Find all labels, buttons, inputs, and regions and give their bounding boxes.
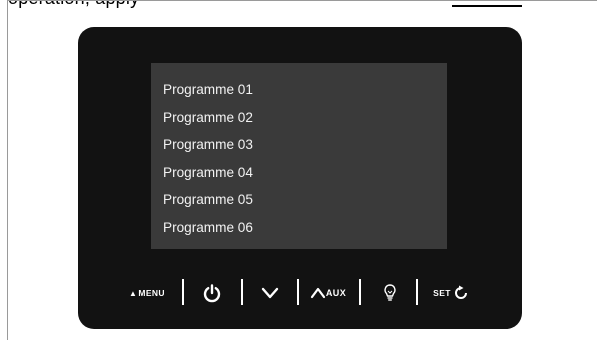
power-icon xyxy=(203,284,221,303)
programme-list: Programme 01 Programme 02 Programme 03 P… xyxy=(163,76,253,242)
light-button[interactable] xyxy=(375,276,405,310)
power-button[interactable] xyxy=(196,276,228,310)
control-panel: Programme 01 Programme 02 Programme 03 P… xyxy=(78,27,522,329)
divider xyxy=(182,279,184,305)
up-aux-button[interactable]: AUX xyxy=(299,276,357,310)
set-button[interactable]: SET xyxy=(420,276,482,310)
programme-item-01[interactable]: Programme 01 xyxy=(163,76,253,104)
aux-label: AUX xyxy=(325,288,347,298)
programme-item-02[interactable]: Programme 02 xyxy=(163,104,253,132)
divider xyxy=(416,279,418,305)
programme-item-04[interactable]: Programme 04 xyxy=(163,159,253,187)
control-buttons: ▲ MENU AUX SET xyxy=(78,276,522,310)
menu-button[interactable]: ▲ MENU xyxy=(116,276,178,310)
programme-item-05[interactable]: Programme 05 xyxy=(163,186,253,214)
eject-triangle-icon: ▲ xyxy=(129,288,138,298)
lightbulb-icon xyxy=(384,284,396,301)
chevron-down-icon xyxy=(261,287,279,299)
divider xyxy=(359,279,361,305)
set-label: SET xyxy=(433,288,451,298)
programme-item-06[interactable]: Programme 06 xyxy=(163,214,253,242)
menu-label: MENU xyxy=(138,288,165,298)
divider xyxy=(241,279,243,305)
rotate-icon xyxy=(454,285,467,299)
display-screen: Programme 01 Programme 02 Programme 03 P… xyxy=(151,63,447,249)
programme-item-03[interactable]: Programme 03 xyxy=(163,131,253,159)
down-button[interactable] xyxy=(250,276,290,310)
chevron-up-icon xyxy=(310,287,325,299)
